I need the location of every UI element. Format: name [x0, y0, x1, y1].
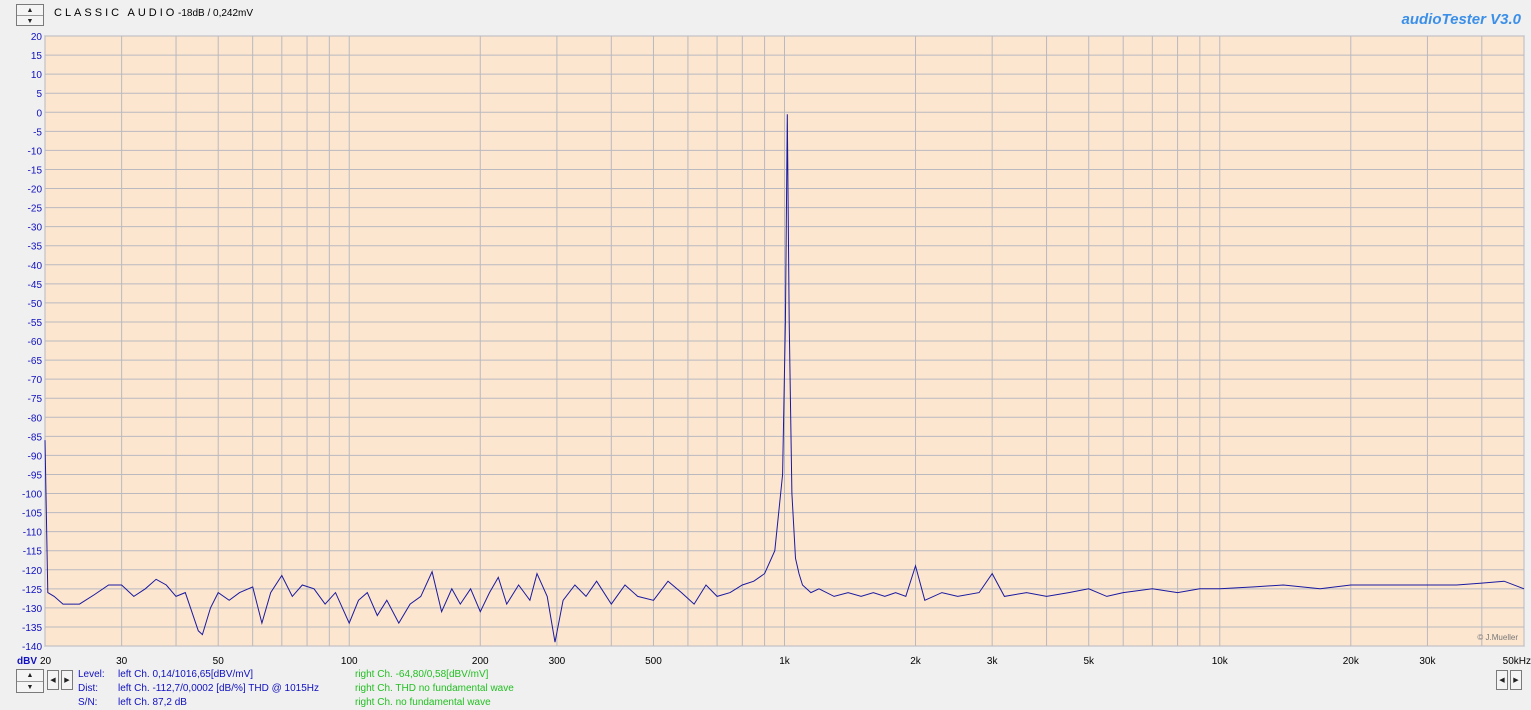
x-tick-label: 50kHz: [1503, 656, 1531, 667]
y-tick-label: -35: [28, 242, 43, 253]
y-tick-label: -115: [23, 547, 43, 558]
y-tick-label: 10: [31, 70, 43, 81]
status-right-sn: right Ch. no fundamental wave: [355, 697, 491, 708]
y-tick-label: -130: [22, 604, 42, 615]
y-tick-label: -55: [28, 318, 43, 329]
y-tick-label: -30: [28, 223, 43, 234]
copyright-watermark: © J.Mueller: [1477, 633, 1518, 642]
y-tick-label: -80: [28, 413, 43, 424]
y-tick-label: -85: [28, 432, 43, 443]
x-tick-label: 10k: [1212, 656, 1229, 667]
y-axis-unit-label: dBV: [17, 656, 37, 667]
y-tick-label: -105: [22, 509, 42, 520]
y-tick-label: 15: [31, 51, 43, 62]
y-tick-label: -110: [23, 528, 43, 539]
status-label-level: Level:: [78, 669, 105, 680]
x-tick-label: 1k: [779, 656, 791, 667]
y-tick-label: -10: [28, 146, 43, 157]
x-tick-label: 5k: [1083, 656, 1095, 667]
y-tick-label: 0: [36, 108, 42, 119]
y-tick-label: -95: [28, 470, 43, 481]
scroll-right-button[interactable]: ▶: [61, 670, 73, 690]
x-tick-label: 20: [40, 656, 52, 667]
y-tick-label: -75: [28, 394, 43, 405]
y-tick-label: 20: [31, 32, 43, 43]
scroll-left-button-right[interactable]: ◀: [1496, 670, 1508, 690]
status-right-dist: right Ch. THD no fundamental wave: [355, 683, 514, 694]
y-tick-label: -45: [28, 280, 43, 291]
y-tick-label: -100: [22, 490, 42, 501]
x-tick-label: 50: [213, 656, 225, 667]
x-tick-label: 100: [341, 656, 358, 667]
y-tick-label: -15: [28, 165, 43, 176]
y-tick-label: -135: [22, 623, 42, 634]
status-left-sn: left Ch. 87,2 dB: [118, 697, 187, 708]
x-tick-label: 20k: [1343, 656, 1360, 667]
status-label-dist: Dist:: [78, 683, 98, 694]
status-label-sn: S/N:: [78, 697, 98, 708]
y-tick-label: -90: [28, 451, 43, 462]
y-tick-label: -40: [28, 261, 43, 272]
x-tick-label: 200: [472, 656, 489, 667]
x-tick-label: 2k: [910, 656, 922, 667]
scroll-right-button-right[interactable]: ▶: [1510, 670, 1522, 690]
y-tick-label: -70: [28, 375, 43, 386]
spin-down-icon[interactable]: ▼: [17, 681, 43, 693]
status-left-dist: left Ch. -112,7/0,0002 [dB/%] THD @ 1015…: [118, 683, 319, 694]
x-tick-label: 30k: [1419, 656, 1436, 667]
y-tick-label: -120: [22, 566, 42, 577]
x-tick-label: 3k: [987, 656, 999, 667]
y-tick-label: 5: [36, 89, 42, 100]
scroll-left-button[interactable]: ◀: [47, 670, 59, 690]
x-tick-label: 300: [549, 656, 566, 667]
spin-up-icon[interactable]: ▲: [17, 670, 43, 681]
y-tick-label: -5: [33, 127, 42, 138]
y-tick-label: -50: [28, 299, 43, 310]
x-tick-label: 30: [116, 656, 128, 667]
y-tick-label: -20: [28, 185, 43, 196]
spectrum-chart: 20151050-5-10-15-20-25-30-35-40-45-50-55…: [17, 32, 1531, 667]
y-tick-label: -140: [22, 642, 42, 653]
y-tick-label: -125: [22, 585, 42, 596]
y-tick-label: -65: [28, 356, 43, 367]
x-tick-label: 500: [645, 656, 662, 667]
bottom-spin-control[interactable]: ▲ ▼: [16, 669, 44, 693]
status-left-level: left Ch. 0,14/1016,65[dBV/mV]: [118, 669, 254, 680]
y-tick-label: -60: [28, 337, 43, 348]
status-right-level: right Ch. -64,80/0,58[dBV/mV]: [355, 669, 489, 680]
y-tick-label: -25: [28, 204, 43, 215]
